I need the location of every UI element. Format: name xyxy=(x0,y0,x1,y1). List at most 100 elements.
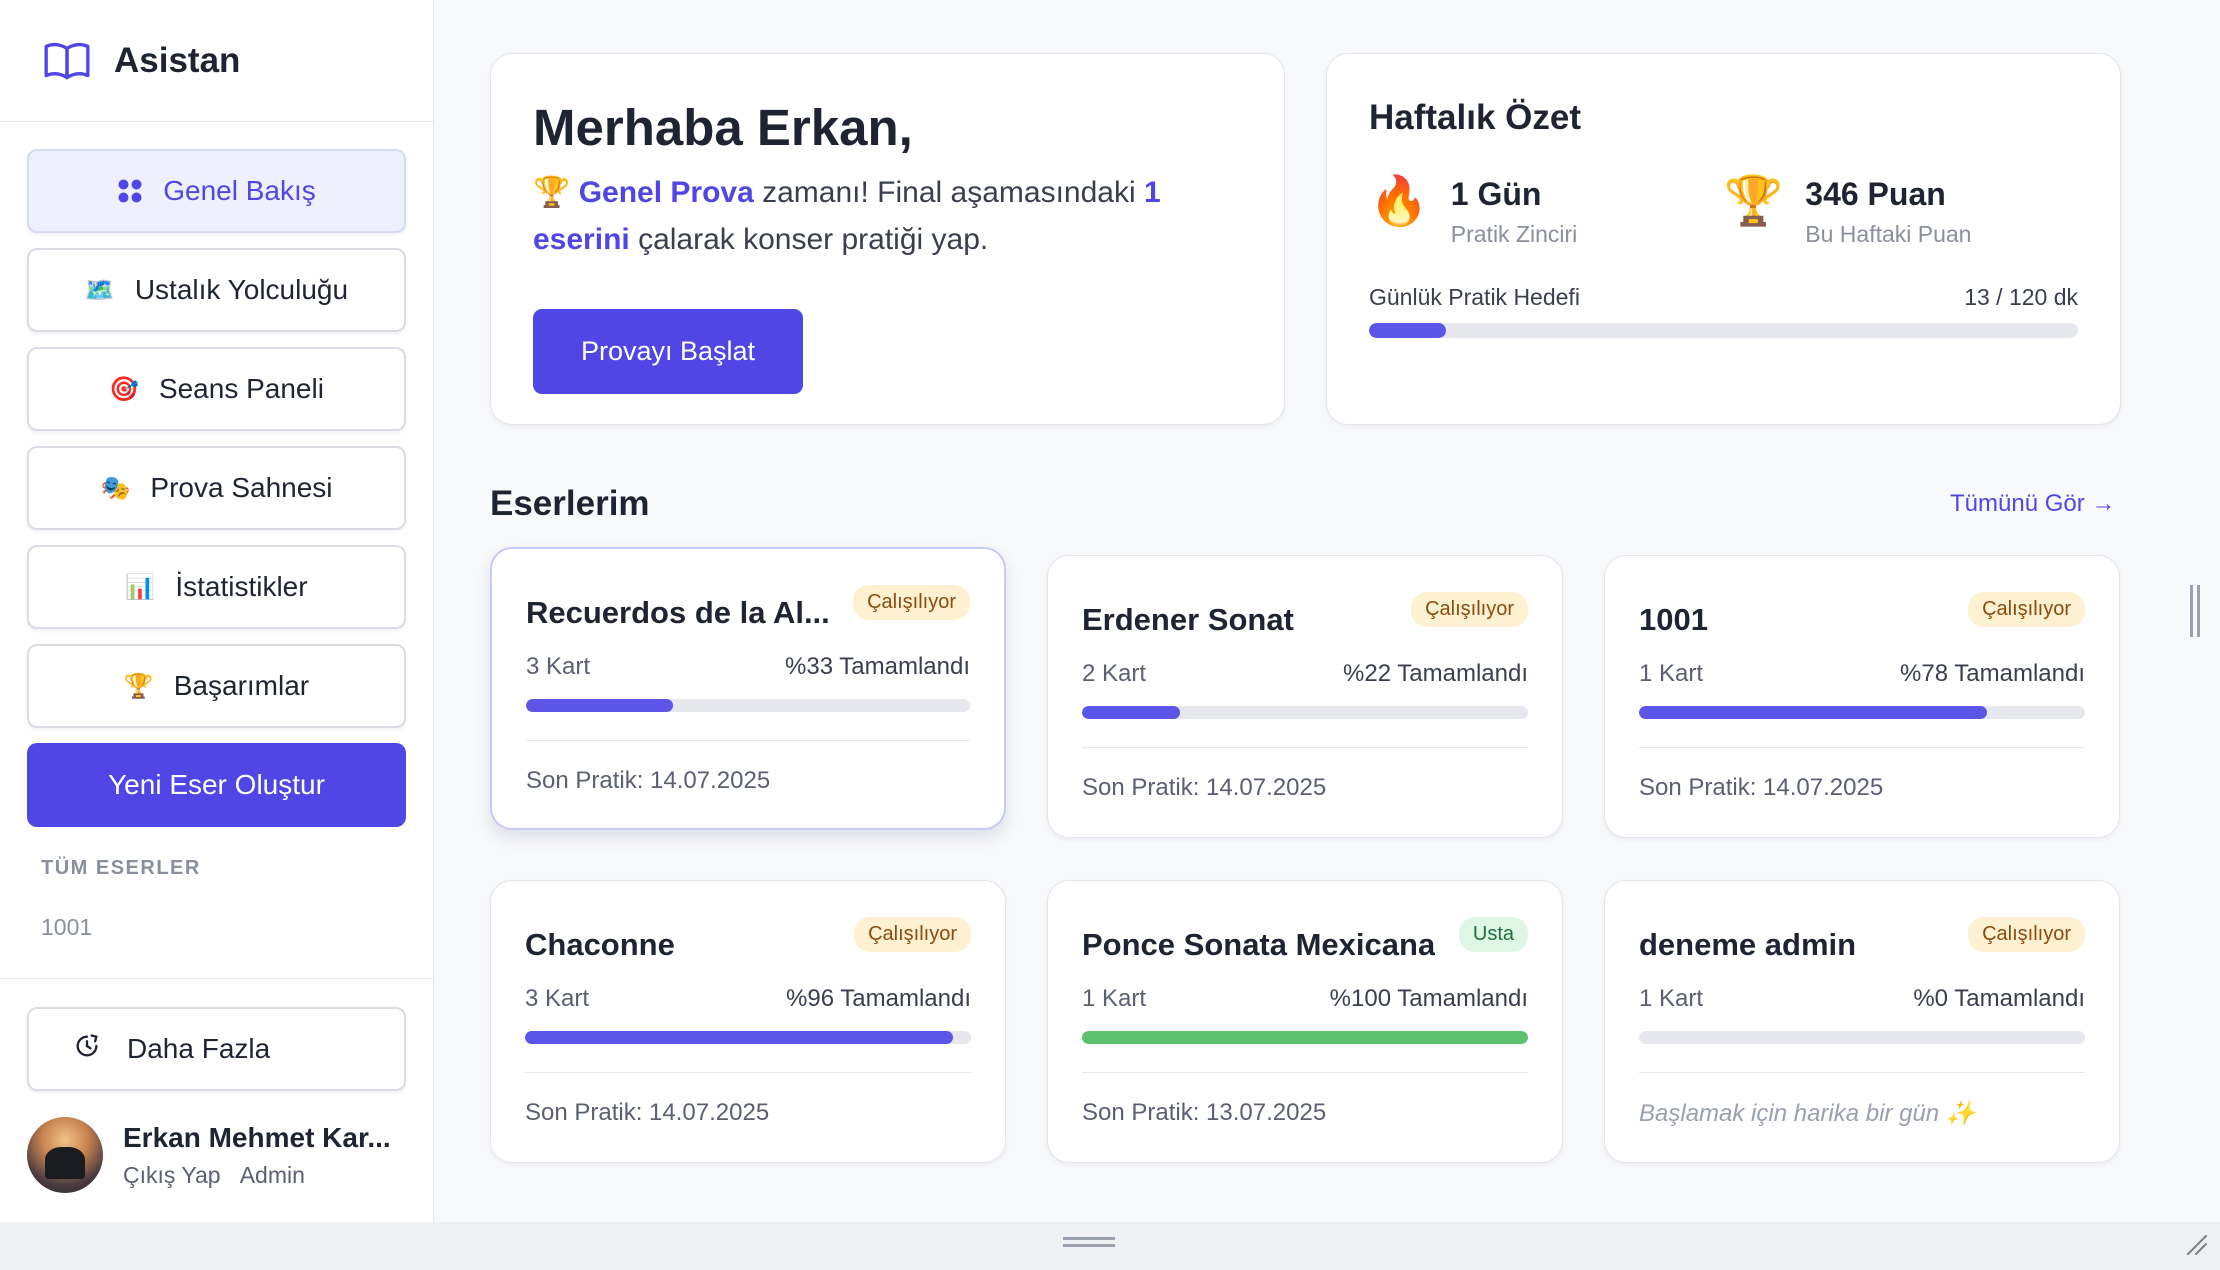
target-icon: 🎯 xyxy=(109,375,139,403)
brand-title: Asistan xyxy=(114,40,241,80)
greeting-card: Merhaba Erkan, 🏆 Genel Prova zamanı! Fin… xyxy=(490,53,1285,425)
more-label: Daha Fazla xyxy=(127,1033,271,1064)
work-card-count: 3 Kart xyxy=(525,985,590,1012)
daily-goal-progress xyxy=(1369,323,2078,338)
work-card-count: 2 Kart xyxy=(1082,660,1147,687)
logout-link[interactable]: Çıkış Yap xyxy=(123,1162,221,1188)
work-progress xyxy=(1639,706,2085,719)
more-button[interactable]: Daha Fazla xyxy=(27,1007,406,1091)
trophy-icon: 🏆 xyxy=(1723,175,1784,228)
daily-goal-value: 13 / 120 dk xyxy=(1964,284,2078,310)
work-completion: %100 Tamamlandı xyxy=(1329,985,1528,1012)
work-title: deneme admin xyxy=(1639,927,1857,962)
work-card-count: 1 Kart xyxy=(1639,660,1704,687)
see-all-link[interactable]: Tümünü Gör → xyxy=(1950,490,2115,518)
weekly-summary-title: Haftalık Özet xyxy=(1369,98,1581,137)
work-title: Recuerdos de la Al... xyxy=(526,595,830,630)
work-last-practice: Son Pratik: 14.07.2025 xyxy=(525,1099,770,1126)
avatar[interactable] xyxy=(27,1117,103,1193)
work-progress-fill xyxy=(1082,1031,1528,1044)
daily-goal-label: Günlük Pratik Hedefi xyxy=(1369,284,1580,310)
work-completion: %33 Tamamlandı xyxy=(785,653,970,680)
status-badge: Çalışılıyor xyxy=(853,585,970,620)
nav-overview[interactable]: Genel Bakış xyxy=(27,149,406,233)
streak-stat: 🔥 1 Gün Pratik Zinciri xyxy=(1369,176,1724,248)
status-badge: Çalışılıyor xyxy=(1968,592,2085,627)
rehearsal-mode-highlight: Genel Prova xyxy=(578,176,754,209)
divider xyxy=(1639,1072,2085,1073)
divider xyxy=(1639,747,2085,748)
divider xyxy=(1082,1072,1528,1073)
user-profile: Erkan Mehmet Kar... Çıkış Yap Admin xyxy=(27,1117,407,1193)
brand[interactable]: Asistan xyxy=(0,0,433,122)
nav-achievements[interactable]: 🏆 Başarımlar xyxy=(27,644,406,728)
work-card[interactable]: 1001 Çalışılıyor 1 Kart %78 Tamamlandı S… xyxy=(1604,555,2120,838)
fire-icon: 🔥 xyxy=(1369,175,1429,228)
work-card-count: 1 Kart xyxy=(1639,985,1704,1012)
work-progress-fill xyxy=(1082,706,1181,719)
greeting-title: Merhaba Erkan, xyxy=(533,99,913,156)
streak-label: Pratik Zinciri xyxy=(1450,221,1578,247)
trophy-icon: 🏆 xyxy=(123,672,154,700)
work-card[interactable]: Ponce Sonata Mexicana Usta 1 Kart %100 T… xyxy=(1047,880,1563,1163)
nav-label: Prova Sahnesi xyxy=(150,472,333,503)
nav-label: Genel Bakış xyxy=(163,175,316,206)
all-works-item[interactable]: 1001 xyxy=(41,914,406,941)
grid-icon xyxy=(117,178,143,204)
nav-session-panel[interactable]: 🎯 Seans Paneli xyxy=(27,347,406,431)
work-last-practice: Son Pratik: 14.07.2025 xyxy=(1082,774,1327,801)
sidebar-footer: Daha Fazla Erkan Mehmet Kar... Çıkış Yap… xyxy=(0,978,434,1193)
nav-label: İstatistikler xyxy=(175,571,308,602)
work-completion: %78 Tamamlandı xyxy=(1900,660,2085,687)
sidebar: Asistan Genel Bakış 🗺️ Ustalık Yolculuğu… xyxy=(0,0,434,1222)
drag-handle[interactable] xyxy=(1063,1237,1115,1247)
work-card[interactable]: Recuerdos de la Al... Çalışılıyor 3 Kart… xyxy=(490,547,1006,830)
work-card[interactable]: Chaconne Çalışılıyor 3 Kart %96 Tamamlan… xyxy=(490,880,1006,1163)
work-card-count: 1 Kart xyxy=(1082,985,1147,1012)
work-title: Erdener Sonat xyxy=(1082,602,1294,637)
work-encouragement: Başlamak için harika bir gün ✨ xyxy=(1639,1100,1976,1127)
work-completion: %22 Tamamlandı xyxy=(1343,660,1528,687)
work-card-count: 3 Kart xyxy=(526,653,591,680)
greeting-message: 🏆 Genel Prova zamanı! Final aşamasındaki… xyxy=(533,169,1233,263)
work-last-practice: Son Pratik: 13.07.2025 xyxy=(1082,1099,1327,1126)
work-progress xyxy=(1639,1031,2085,1044)
all-works-label: TÜM ESERLER xyxy=(41,857,201,879)
nav-rehearsal-stage[interactable]: 🎭 Prova Sahnesi xyxy=(27,446,406,530)
start-rehearsal-button[interactable]: Provayı Başlat xyxy=(533,309,803,394)
user-name: Erkan Mehmet Kar... xyxy=(123,1121,391,1153)
work-card[interactable]: deneme admin Çalışılıyor 1 Kart %0 Tamam… xyxy=(1604,880,2120,1163)
work-progress-fill xyxy=(525,1031,954,1044)
work-progress xyxy=(1082,1031,1528,1044)
work-progress xyxy=(526,699,970,712)
my-works-title: Eserlerim xyxy=(490,484,650,523)
work-card[interactable]: Erdener Sonat Çalışılıyor 2 Kart %22 Tam… xyxy=(1047,555,1563,838)
resize-grip-icon[interactable] xyxy=(2184,1232,2208,1256)
user-role: Admin xyxy=(239,1161,305,1188)
scrollbar-handle[interactable] xyxy=(2190,585,2200,637)
nav-label: Ustalık Yolculuğu xyxy=(134,274,349,305)
status-badge: Çalışılıyor xyxy=(1411,592,1528,627)
work-title: 1001 xyxy=(1639,602,1708,637)
work-last-practice: Son Pratik: 14.07.2025 xyxy=(526,767,771,794)
work-completion: %0 Tamamlandı xyxy=(1913,985,2085,1012)
work-last-practice: Son Pratik: 14.07.2025 xyxy=(1639,774,1884,801)
theater-icon: 🎭 xyxy=(100,474,131,502)
points-value: 346 Puan xyxy=(1805,176,1946,212)
bar-chart-icon: 📊 xyxy=(125,573,156,601)
book-open-icon xyxy=(44,42,90,79)
create-work-button[interactable]: Yeni Eser Oluştur xyxy=(27,743,406,827)
weekly-summary-card: Haftalık Özet 🔥 1 Gün Pratik Zinciri 🏆 3… xyxy=(1326,53,2121,425)
daily-goal-progress-fill xyxy=(1369,323,1446,338)
nav-mastery-journey[interactable]: 🗺️ Ustalık Yolculuğu xyxy=(27,248,406,332)
nav-statistics[interactable]: 📊 İstatistikler xyxy=(27,545,406,629)
work-progress xyxy=(525,1031,971,1044)
points-stat: 🏆 346 Puan Bu Haftaki Puan xyxy=(1724,176,2079,248)
work-title: Chaconne xyxy=(525,927,675,962)
streak-value: 1 Gün xyxy=(1450,176,1542,212)
greeting-text: çalarak konser pratiği yap. xyxy=(629,223,989,256)
divider xyxy=(526,740,970,741)
status-badge: Usta xyxy=(1458,917,1528,952)
work-progress-fill xyxy=(1639,706,1987,719)
trophy-icon: 🏆 xyxy=(533,176,571,209)
